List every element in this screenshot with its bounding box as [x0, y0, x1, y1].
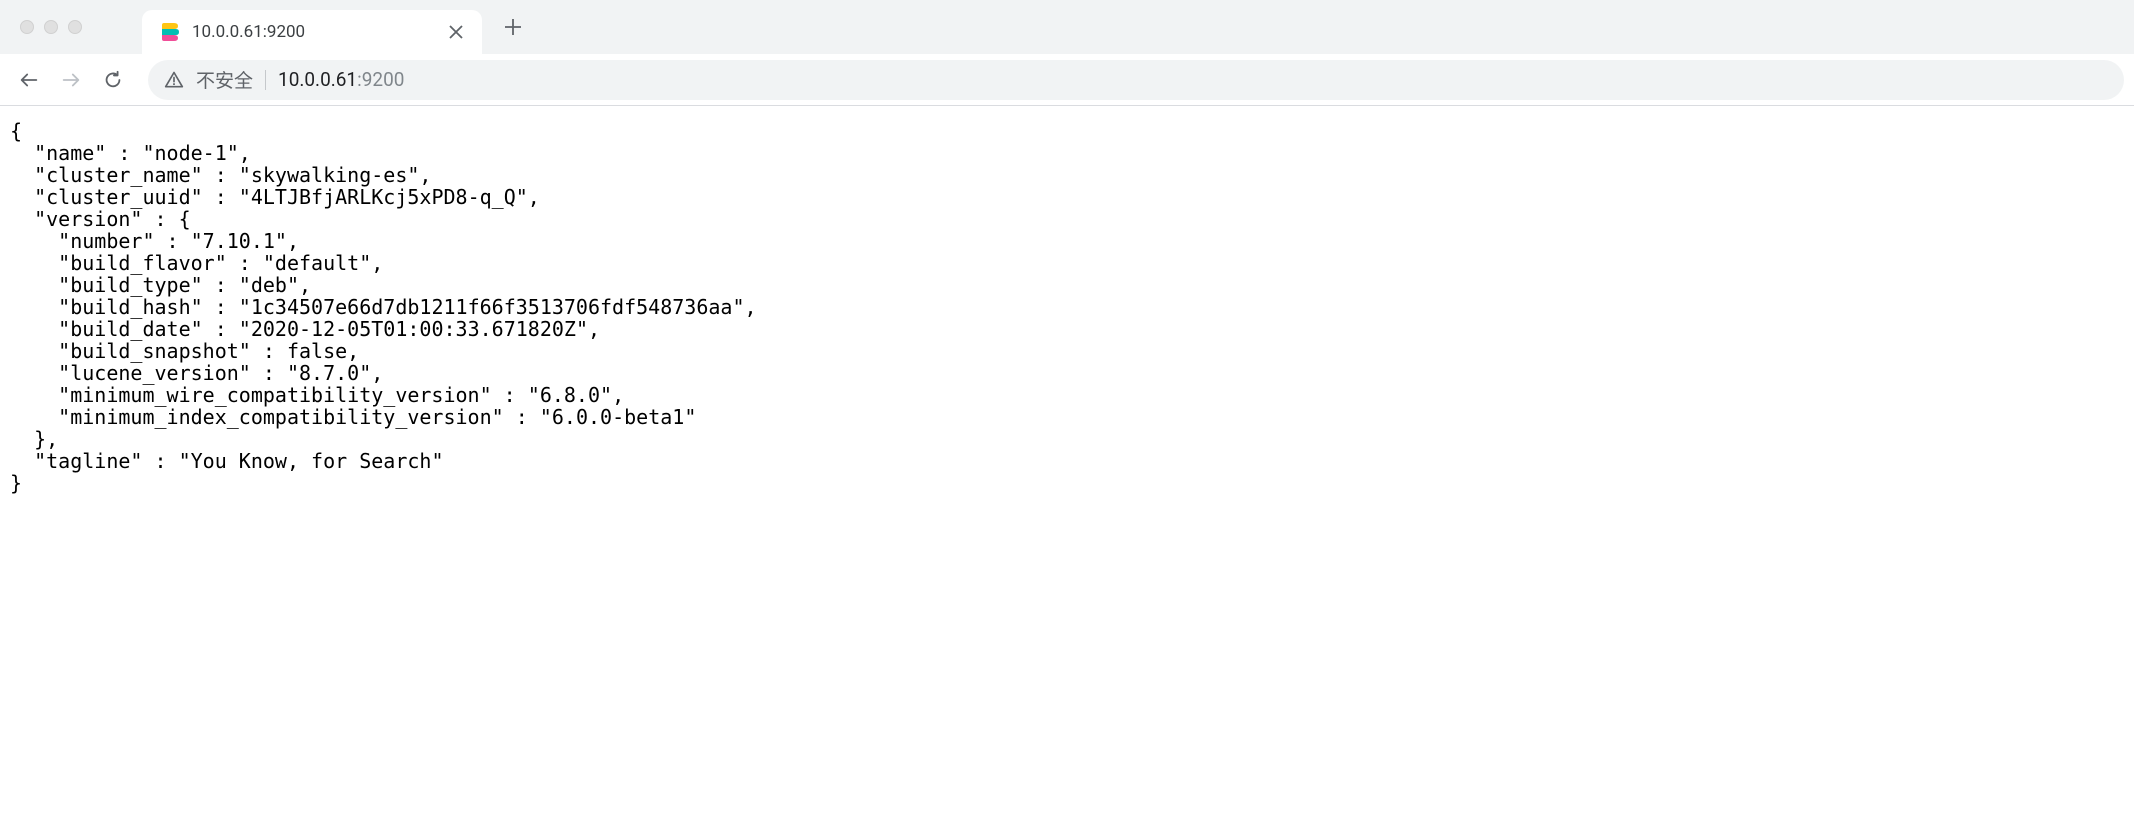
arrow-left-icon — [18, 69, 40, 91]
json-build-flavor: default — [275, 251, 359, 275]
insecure-warning-icon — [164, 70, 184, 90]
traffic-light-minimize[interactable] — [44, 20, 58, 34]
tab-title: 10.0.0.61:9200 — [192, 22, 436, 42]
browser-toolbar: 不安全 10.0.0.61:9200 — [0, 54, 2134, 106]
arrow-right-icon — [60, 69, 82, 91]
json-name: node-1 — [155, 141, 227, 165]
elasticsearch-favicon-icon — [160, 22, 180, 42]
browser-tab[interactable]: 10.0.0.61:9200 — [142, 10, 482, 54]
json-min-wire-compat: 6.8.0 — [540, 383, 600, 407]
json-version-number: 7.10.1 — [203, 229, 275, 253]
address-bar[interactable]: 不安全 10.0.0.61:9200 — [148, 60, 2124, 100]
omnibox-divider — [265, 70, 266, 90]
json-response-body: { "name" : "node-1", "cluster_name" : "s… — [0, 106, 2134, 508]
traffic-light-zoom[interactable] — [68, 20, 82, 34]
plus-icon — [504, 18, 522, 36]
json-lucene-version: 8.7.0 — [299, 361, 359, 385]
json-build-type: deb — [251, 273, 287, 297]
close-icon — [449, 25, 463, 39]
url-host: 10.0.0.61 — [278, 68, 357, 91]
forward-button[interactable] — [52, 61, 90, 99]
reload-icon — [102, 69, 124, 91]
url-port: :9200 — [357, 68, 404, 91]
new-tab-button[interactable] — [496, 10, 530, 44]
json-build-snapshot: false — [287, 339, 347, 363]
url-text: 10.0.0.61:9200 — [278, 68, 404, 91]
reload-button[interactable] — [94, 61, 132, 99]
back-button[interactable] — [10, 61, 48, 99]
tab-close-button[interactable] — [448, 24, 464, 40]
window-chrome: 10.0.0.61:9200 — [0, 0, 2134, 54]
json-tagline: You Know, for Search — [191, 449, 432, 473]
json-cluster-uuid: 4LTJBfjARLKcj5xPD8-q_Q — [251, 185, 516, 209]
insecure-label: 不安全 — [196, 66, 253, 93]
json-min-index-compat: 6.0.0-beta1 — [552, 405, 684, 429]
traffic-lights — [0, 20, 82, 34]
json-build-hash: 1c34507e66d7db1211f66f3513706fdf548736aa — [251, 295, 733, 319]
json-cluster-name: skywalking-es — [251, 163, 408, 187]
traffic-light-close[interactable] — [20, 20, 34, 34]
json-build-date: 2020-12-05T01:00:33.671820Z — [251, 317, 576, 341]
